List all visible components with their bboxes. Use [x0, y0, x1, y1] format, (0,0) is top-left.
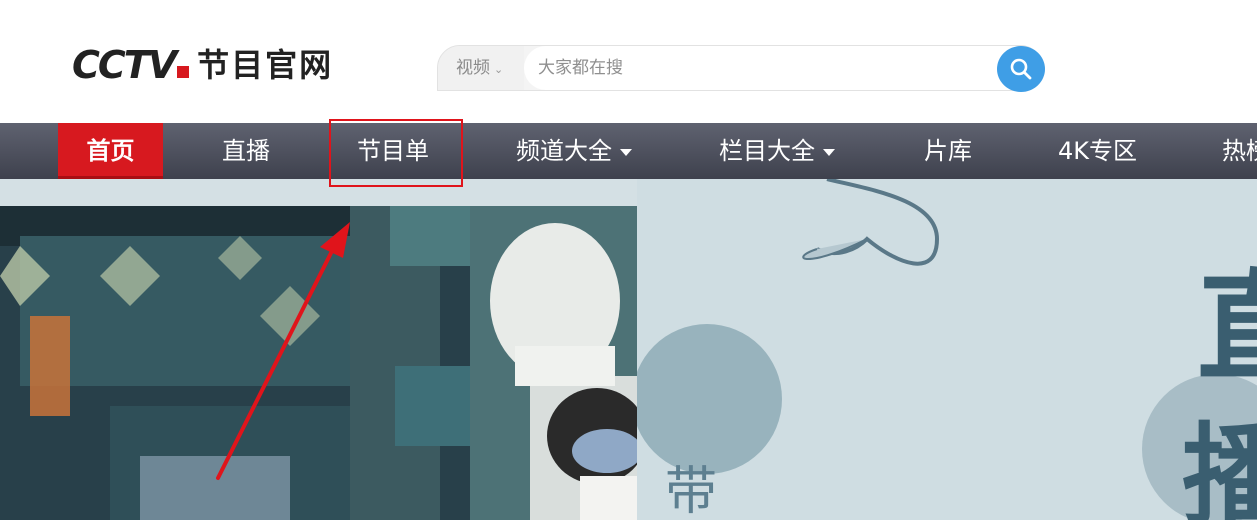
- caret-down-icon: [620, 148, 632, 156]
- banner-photo[interactable]: [0, 206, 637, 520]
- nav-item-live[interactable]: 直播: [222, 123, 270, 179]
- nav-item-label: 片库: [924, 137, 972, 165]
- nav-item-home[interactable]: 首页: [58, 123, 163, 179]
- hero-banner[interactable]: 带 直 播: [0, 179, 1257, 520]
- main-nav: 首页 直播 节目单 频道大全 栏目大全 片库 4K专区 热榜: [0, 123, 1257, 179]
- nav-item-label: 首页: [86, 137, 135, 165]
- nav-item-label: 频道大全: [516, 137, 612, 165]
- nav-item-channels[interactable]: 频道大全: [516, 123, 632, 179]
- nav-item-hot[interactable]: 热榜: [1222, 123, 1257, 179]
- caret-down-icon: [823, 148, 835, 156]
- nav-item-label: 节目单: [357, 137, 429, 165]
- cctv-logo[interactable]: CCTV 节目官网: [72, 45, 333, 85]
- nav-item-library[interactable]: 片库: [924, 123, 972, 179]
- banner-char-1: 带: [665, 462, 717, 520]
- chevron-down-icon: ⌄: [494, 63, 504, 76]
- nav-item-4k[interactable]: 4K专区: [1058, 123, 1137, 179]
- site-header: CCTV 节目官网 视频 ⌄: [0, 0, 1257, 123]
- nav-item-schedule[interactable]: 节目单: [357, 123, 429, 179]
- nav-item-label: 直播: [222, 137, 270, 165]
- banner-illustration: 带 直 播: [632, 179, 1257, 520]
- search-category-select[interactable]: 视频 ⌄: [438, 46, 524, 90]
- restaurant-chef-image: [0, 206, 637, 520]
- nav-item-programs[interactable]: 栏目大全: [719, 123, 835, 179]
- search-category-label: 视频: [456, 58, 490, 78]
- logo-subtitle: 节目官网: [197, 46, 334, 84]
- nav-item-label: 栏目大全: [719, 137, 815, 165]
- nav-item-label: 4K专区: [1058, 137, 1138, 165]
- logo-red-dot: [177, 66, 190, 78]
- banner-char-2: 直: [1197, 259, 1257, 398]
- nav-item-label: 热榜: [1222, 137, 1257, 165]
- search-button[interactable]: [997, 46, 1045, 92]
- banner-char-3: 播: [1182, 412, 1257, 520]
- search-bar: 视频 ⌄: [437, 45, 1043, 91]
- logo-text: CCTV: [72, 43, 177, 87]
- search-icon: [1010, 58, 1032, 80]
- search-input[interactable]: [524, 46, 1024, 90]
